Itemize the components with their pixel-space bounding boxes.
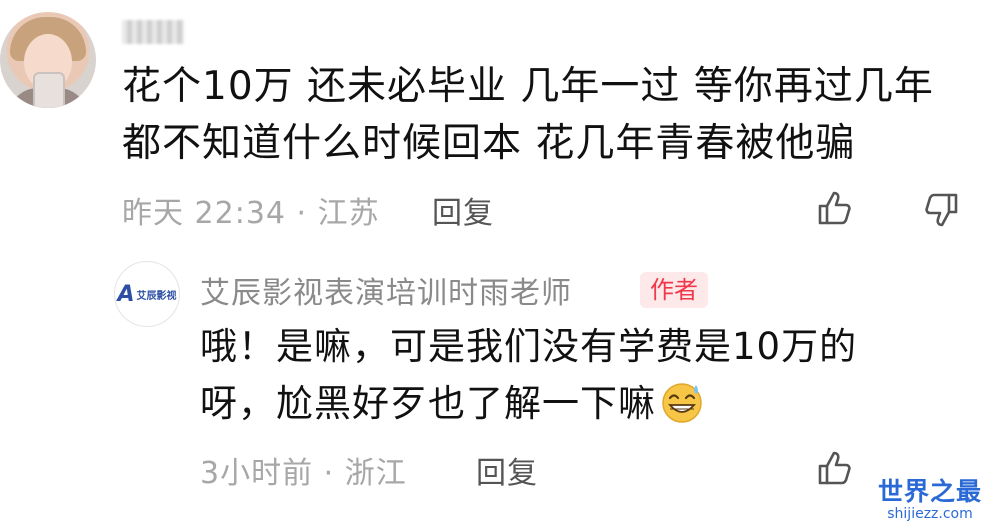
- comment-text: 花个10万 还未必毕业 几年一过 等你再过几年 都不知道什么时候回本 花几年青春…: [122, 58, 962, 172]
- comment-meta: 3小时前 · 浙江: [200, 456, 407, 491]
- grinning-sweat-emoji-icon: [662, 383, 702, 423]
- username[interactable]: 艾辰影视表演培训时雨老师: [200, 268, 572, 312]
- comment-line: 都不知道什么时候回本 花几年青春被他骗: [122, 121, 856, 166]
- thumbs-down-icon[interactable]: [922, 190, 962, 230]
- blurred-username[interactable]: [122, 20, 184, 44]
- thumbs-up-icon[interactable]: [814, 448, 854, 488]
- reply-button[interactable]: 回复: [432, 188, 494, 232]
- comment-line-text: 呀，尬黑好歹也了解一下嘛: [200, 382, 656, 425]
- comment-meta: 昨天 22:34 · 江苏: [122, 196, 380, 231]
- comment-line: 哦！是嘛，可是我们没有学费是10万的: [200, 325, 858, 368]
- logo-icon: A: [117, 281, 135, 307]
- comment-line: 呀，尬黑好歹也了解一下嘛: [200, 375, 940, 432]
- comment-text: 哦！是嘛，可是我们没有学费是10万的 呀，尬黑好歹也了解一下嘛: [200, 318, 940, 432]
- comment-line: 花个10万 还未必毕业 几年一过 等你再过几年: [122, 64, 934, 109]
- watermark: 世界之最 shijiezz.com: [866, 477, 994, 523]
- watermark-title: 世界之最: [877, 477, 982, 506]
- author-badge: 作者: [640, 272, 708, 308]
- avatar-logo-text: 艾辰影视: [136, 290, 177, 302]
- watermark-url: shijiezz.com: [887, 506, 973, 522]
- reply-button[interactable]: 回复: [476, 448, 538, 492]
- avatar[interactable]: A 艾辰影视: [114, 261, 180, 327]
- thumbs-up-icon[interactable]: [814, 188, 854, 228]
- avatar[interactable]: [0, 12, 96, 108]
